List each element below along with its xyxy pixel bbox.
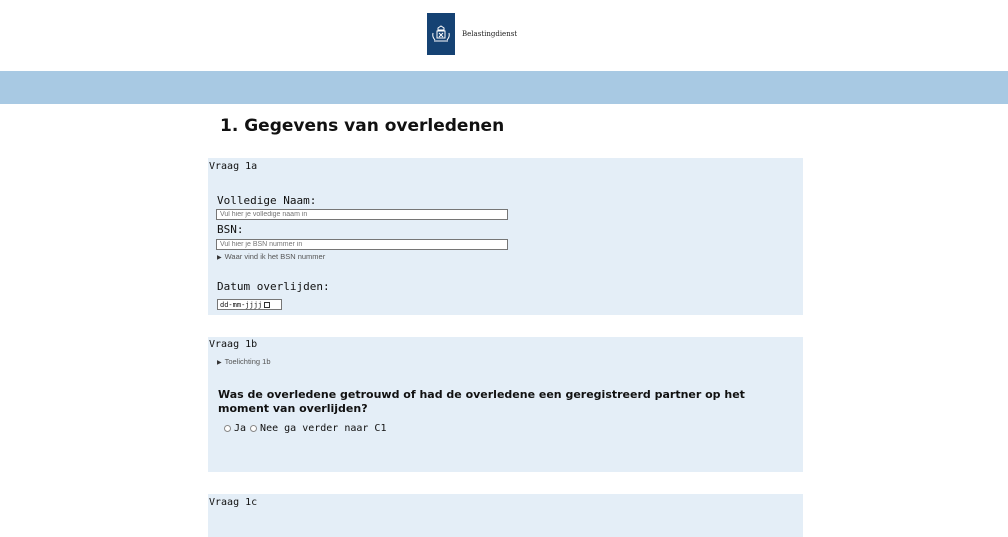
logo-text: Belastingdienst: [462, 30, 518, 38]
date-label: Datum overlijden:: [217, 280, 330, 293]
name-input[interactable]: [216, 209, 508, 220]
question-text-1b: Was de overledene getrouwd of had de ove…: [218, 388, 745, 415]
calendar-icon[interactable]: [264, 301, 271, 308]
bsn-label: BSN:: [217, 223, 244, 236]
radio-nee[interactable]: [250, 425, 258, 432]
site-header: Belastingdienst: [0, 0, 1008, 71]
question-label-1b: Vraag 1b: [209, 339, 258, 350]
date-placeholder: dd-mm-jjjj: [220, 300, 263, 309]
option-ja[interactable]: Ja: [224, 423, 246, 434]
option-ja-label: Ja: [234, 423, 247, 434]
option-nee[interactable]: Nee ga verder naar C1: [250, 423, 386, 434]
header-band: [0, 71, 1008, 104]
toelichting-toggle[interactable]: ▶ Toelichting 1b: [217, 357, 271, 366]
radio-ja[interactable]: [224, 425, 231, 432]
logo[interactable]: Belastingdienst: [427, 13, 517, 55]
option-nee-label: Nee ga verder naar C1: [260, 423, 387, 434]
question-label-1a: Vraag 1a: [209, 161, 258, 172]
crest-icon: [427, 13, 455, 55]
question-card-1c: Vraag 1c: [208, 494, 803, 537]
question-card-1b: Vraag 1b ▶ Toelichting 1b Was de overlede…: [208, 337, 803, 472]
triangle-right-icon: ▶: [217, 255, 222, 261]
answer-options: Ja Nee ga verder naar C1: [224, 423, 390, 434]
bsn-help-text: Waar vind ik het BSN nummer: [224, 252, 326, 261]
toelichting-text: Toelichting 1b: [224, 357, 271, 366]
name-label: Volledige Naam:: [217, 194, 317, 207]
page-title: 1. Gegevens van overledenen: [220, 116, 505, 136]
bsn-help-toggle[interactable]: ▶ Waar vind ik het BSN nummer: [217, 252, 325, 261]
date-input[interactable]: dd-mm-jjjj: [217, 299, 282, 310]
bsn-input[interactable]: [216, 239, 508, 250]
question-label-1c: Vraag 1c: [209, 497, 258, 508]
question-card-1a: Vraag 1a Volledige Naam: BSN: ▶Waar vind…: [208, 158, 803, 315]
triangle-right-icon: ▶: [217, 360, 222, 366]
